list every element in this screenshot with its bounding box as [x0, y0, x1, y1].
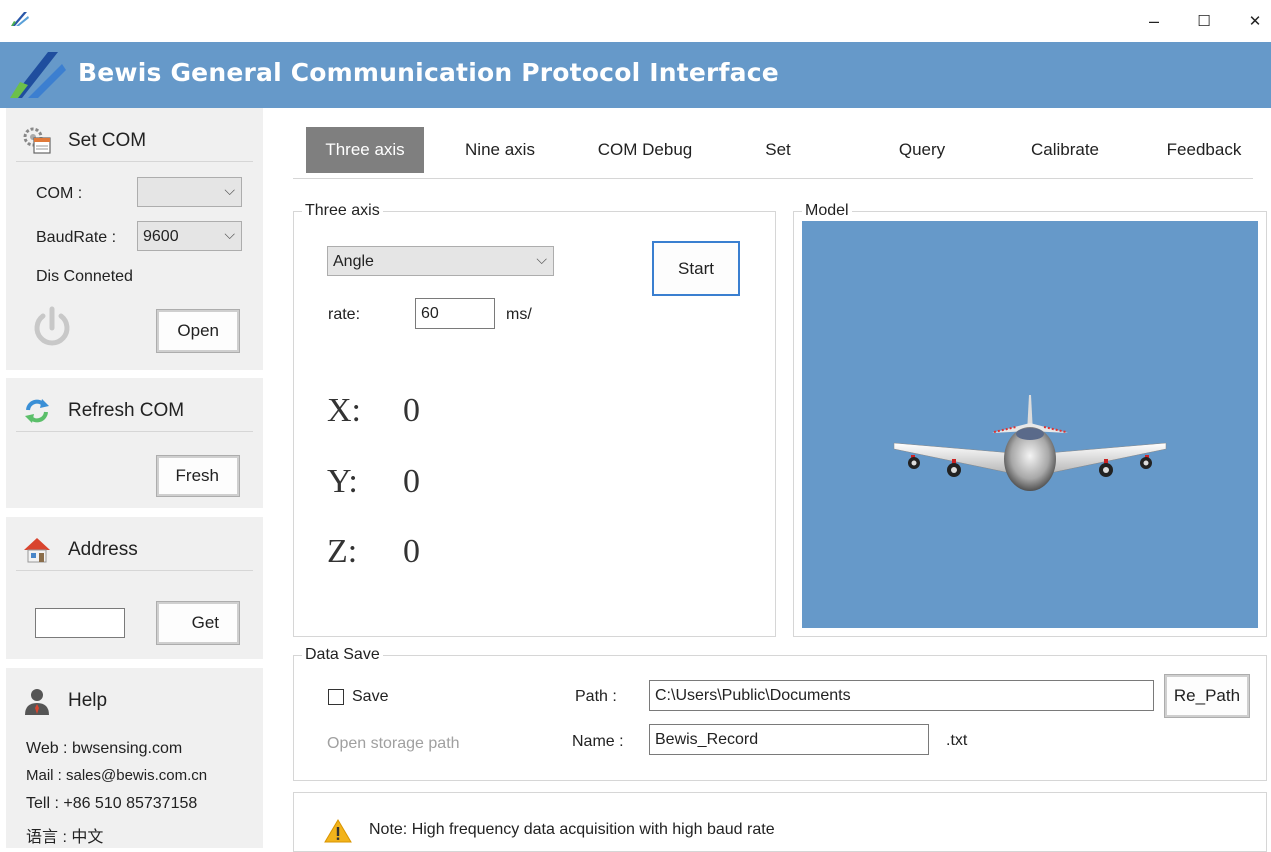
- address-input[interactable]: [35, 608, 125, 638]
- file-extension: .txt: [946, 732, 968, 749]
- house-icon: [24, 538, 50, 563]
- model-group-title: Model: [802, 202, 852, 220]
- app-title: Bewis General Communication Protocol Int…: [78, 58, 779, 87]
- warning-icon: [324, 819, 352, 843]
- airplane-model-icon: [893, 395, 1167, 491]
- chevron-down-icon: ⌵: [536, 251, 547, 267]
- help-header: Help: [16, 678, 253, 722]
- com-select[interactable]: ⌵: [137, 177, 242, 207]
- three-axis-group-title: Three axis: [302, 202, 383, 220]
- path-input[interactable]: C:\Users\Public\Documents: [649, 680, 1154, 711]
- rate-input[interactable]: 60: [415, 298, 495, 329]
- address-panel: Address Get: [6, 517, 263, 659]
- save-checkbox[interactable]: [328, 689, 344, 705]
- save-label[interactable]: Save: [352, 688, 388, 706]
- note-text: Note: High frequency data acquisition wi…: [369, 821, 775, 838]
- z-axis-value: 0: [403, 533, 420, 570]
- bewis-logo-icon: [10, 52, 66, 98]
- fresh-button[interactable]: Fresh: [156, 455, 240, 497]
- minimize-button[interactable]: –: [1139, 8, 1169, 34]
- help-mail[interactable]: Mail : sales@bewis.com.cn: [26, 767, 207, 784]
- gear-calendar-icon: [23, 127, 51, 154]
- help-web[interactable]: Web : bwsensing.com: [26, 740, 182, 758]
- x-axis-row: X: 0: [327, 392, 420, 430]
- chevron-down-icon: ⌵: [224, 226, 235, 242]
- tab-query[interactable]: Query: [876, 127, 968, 173]
- tab-set[interactable]: Set: [740, 127, 816, 173]
- get-button[interactable]: Get: [156, 601, 240, 645]
- open-storage-path-link[interactable]: Open storage path: [327, 735, 460, 753]
- open-button[interactable]: Open: [156, 309, 240, 353]
- window-titlebar: – ☐ ✕: [0, 0, 1271, 42]
- user-icon: [25, 689, 49, 715]
- refresh-com-header: Refresh COM: [16, 388, 253, 432]
- mode-select-value: Angle: [333, 253, 374, 270]
- set-com-panel: Set COM COM : ⌵ BaudRate : 9600 ⌵ Dis Co…: [6, 108, 263, 370]
- z-axis-row: Z: 0: [327, 533, 420, 571]
- data-save-group: Data Save: [293, 646, 1267, 781]
- help-panel: Help Web : bwsensing.com Mail : sales@be…: [6, 668, 263, 848]
- tab-com-debug[interactable]: COM Debug: [578, 127, 712, 173]
- header-banner: Bewis General Communication Protocol Int…: [0, 42, 1271, 108]
- rate-unit: ms/: [506, 306, 532, 323]
- note-bar: Note: High frequency data acquisition wi…: [293, 792, 1267, 852]
- name-input[interactable]: Bewis_Record: [649, 724, 929, 755]
- repath-button[interactable]: Re_Path: [1164, 674, 1250, 718]
- tab-divider: [293, 178, 1253, 179]
- refresh-com-title: Refresh COM: [68, 400, 185, 421]
- y-axis-row: Y: 0: [327, 463, 420, 501]
- chevron-down-icon: ⌵: [224, 182, 235, 198]
- tab-nine-axis[interactable]: Nine axis: [446, 127, 554, 173]
- y-axis-value: 0: [403, 463, 420, 500]
- baudrate-select[interactable]: 9600 ⌵: [137, 221, 242, 251]
- start-button[interactable]: Start: [652, 241, 740, 296]
- refresh-icon: [25, 399, 49, 423]
- z-axis-label: Z:: [327, 533, 358, 570]
- power-icon[interactable]: [32, 306, 72, 348]
- path-label: Path :: [575, 688, 617, 705]
- rate-label: rate:: [328, 306, 361, 323]
- tab-three-axis[interactable]: Three axis: [306, 127, 424, 173]
- com-label: COM :: [36, 185, 83, 202]
- tab-calibrate[interactable]: Calibrate: [1010, 127, 1120, 173]
- refresh-com-panel: Refresh COM Fresh: [6, 378, 263, 508]
- baudrate-select-value: 9600: [143, 228, 179, 245]
- name-label: Name :: [572, 733, 624, 750]
- x-axis-value: 0: [403, 392, 420, 429]
- tab-feedback[interactable]: Feedback: [1152, 127, 1256, 173]
- maximize-button[interactable]: ☐: [1189, 8, 1219, 34]
- help-tel: Tell : +86 510 85737158: [26, 795, 198, 812]
- close-button[interactable]: ✕: [1240, 8, 1270, 34]
- baudrate-label: BaudRate :: [36, 229, 117, 246]
- address-title: Address: [68, 539, 138, 560]
- set-com-header: Set COM: [16, 118, 253, 162]
- data-save-group-title: Data Save: [302, 646, 383, 664]
- help-language[interactable]: 语言 : 中文: [26, 823, 103, 847]
- app-logo-icon: [11, 12, 29, 26]
- address-header: Address: [16, 527, 253, 571]
- y-axis-label: Y:: [327, 463, 358, 500]
- help-title: Help: [68, 690, 108, 711]
- connection-status: Dis Conneted: [36, 268, 133, 285]
- x-axis-label: X:: [327, 392, 361, 429]
- model-viewport[interactable]: [802, 221, 1258, 628]
- set-com-title: Set COM: [68, 130, 147, 151]
- sidebar: Set COM COM : ⌵ BaudRate : 9600 ⌵ Dis Co…: [0, 108, 270, 848]
- mode-select[interactable]: Angle ⌵: [327, 246, 554, 276]
